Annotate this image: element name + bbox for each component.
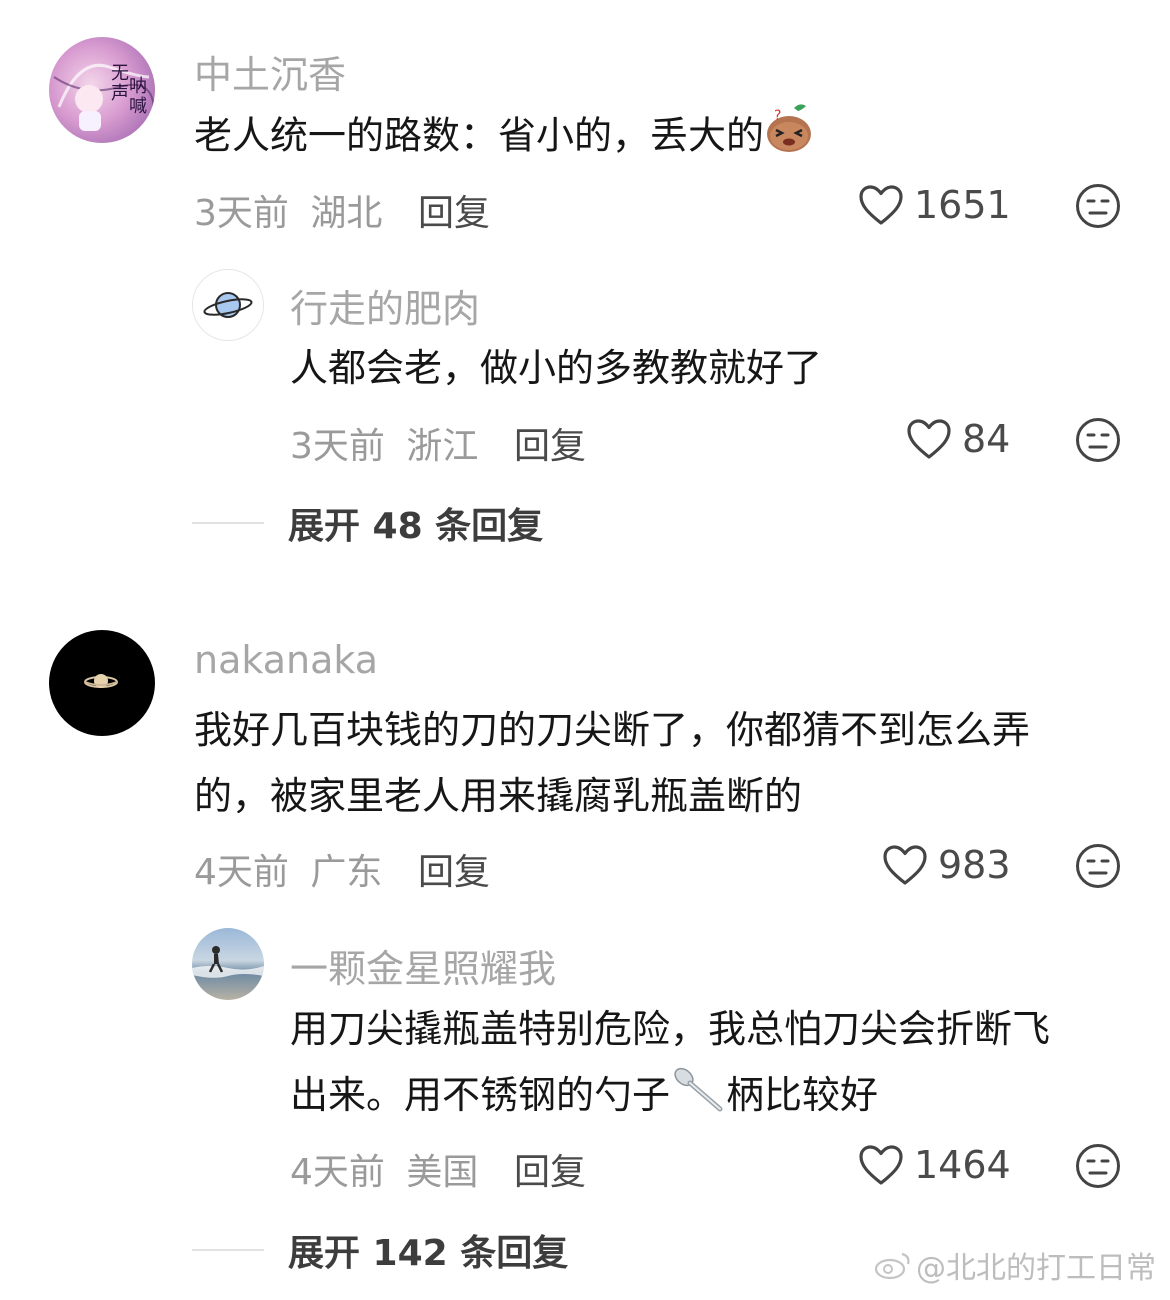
like-button[interactable]: 84: [906, 417, 1010, 461]
avatar[interactable]: [192, 269, 264, 341]
reply-button[interactable]: 回复: [514, 417, 586, 469]
dislike-button[interactable]: [1075, 843, 1121, 889]
svg-text:无: 无: [111, 63, 129, 84]
comment-text-line: 出来。用不锈钢的勺子 柄比较好: [290, 1062, 1050, 1133]
doge-emoji-icon: ?: [764, 102, 814, 174]
watermark-text: @北北的打工日常: [916, 1250, 1156, 1286]
svg-text:喊: 喊: [129, 96, 147, 117]
like-button[interactable]: 1651: [858, 183, 1011, 227]
svg-text:声: 声: [111, 83, 129, 104]
comment-meta: 4天前 美国: [290, 1143, 478, 1195]
comment-text: 用刀尖撬瓶盖特别危险，我总怕刀尖会折断飞 出来。用不锈钢的勺子 柄比较好: [290, 996, 1050, 1133]
dislike-button[interactable]: [1075, 417, 1121, 463]
comment-text-line: 用刀尖撬瓶盖特别危险，我总怕刀尖会折断飞: [290, 1007, 1051, 1051]
comment-text-line: 我好几百块钱的刀的刀尖断了，你都猜不到怎么弄: [194, 708, 1031, 752]
like-button[interactable]: 983: [882, 843, 1011, 887]
comment-text-segment: 柄比较好: [726, 1073, 879, 1117]
heart-outline-icon: [882, 844, 928, 886]
heart-outline-icon: [858, 1144, 904, 1186]
heart-outline-icon: [906, 418, 952, 460]
comment-text: 我好几百块钱的刀的刀尖断了，你都猜不到怎么弄 的，被家里老人用来撬腐乳瓶盖断的: [194, 697, 1030, 829]
comment-location: 湖北: [310, 193, 383, 234]
divider: [192, 1249, 264, 1251]
reply-button[interactable]: 回复: [514, 1143, 586, 1195]
comment-text-line: 人都会老，做小的多教教就好了: [290, 346, 823, 390]
avatar[interactable]: [192, 928, 264, 1000]
username[interactable]: 一颗金星照耀我: [290, 938, 556, 993]
beach-photo: [192, 946, 264, 978]
username[interactable]: 中土沉香: [194, 44, 346, 99]
username[interactable]: 行走的肥肉: [290, 278, 480, 333]
svg-text:呐: 呐: [129, 76, 147, 97]
username[interactable]: nakanaka: [194, 638, 378, 682]
comment-time: 4天前: [290, 1152, 385, 1193]
svg-text:?: ?: [774, 108, 781, 124]
comment-meta: 3天前 湖北: [194, 184, 382, 236]
neutral-face-icon: [1076, 844, 1120, 888]
neutral-face-icon: [1076, 1144, 1120, 1188]
like-count: 983: [938, 843, 1011, 887]
comment-time: 4天前: [194, 852, 289, 893]
like-count: 1651: [914, 183, 1011, 227]
like-button[interactable]: 1464: [858, 1143, 1011, 1187]
comment-text: 人都会老，做小的多教教就好了: [290, 335, 822, 401]
expand-replies-button[interactable]: 展开 142 条回复: [192, 1224, 568, 1276]
divider: [192, 522, 264, 524]
dislike-button[interactable]: [1075, 183, 1121, 229]
comment-text-line: 老人统一的路数：省小的，丢大的: [194, 113, 765, 158]
comment-meta: 3天前 浙江: [290, 417, 478, 469]
like-count: 1464: [914, 1143, 1011, 1187]
comment-text-segment: 出来。用不锈钢的勺子: [290, 1073, 671, 1117]
avatar[interactable]: [49, 630, 155, 736]
spoon-emoji-icon: [670, 1063, 726, 1133]
reply-button[interactable]: 回复: [418, 184, 490, 236]
heart-outline-icon: [858, 184, 904, 226]
comment-text: 老人统一的路数：省小的，丢大的 ?: [194, 102, 814, 174]
avatar-art: 无 声 呐 喊: [53, 63, 155, 131]
watermark: @北北的打工日常: [874, 1243, 1156, 1289]
like-count: 84: [962, 417, 1011, 461]
avatar[interactable]: 无 声 呐 喊: [49, 37, 155, 143]
comment-time: 3天前: [290, 426, 385, 467]
comment-time: 3天前: [194, 193, 289, 234]
comment-text-line: 的，被家里老人用来撬腐乳瓶盖断的: [194, 774, 803, 818]
planet-icon: [203, 292, 253, 318]
expand-replies-label: 展开 142 条回复: [288, 1233, 569, 1274]
weibo-logo-icon: [874, 1250, 912, 1288]
expand-replies-button[interactable]: 展开 48 条回复: [192, 497, 543, 549]
neutral-face-icon: [1076, 184, 1120, 228]
expand-replies-label: 展开 48 条回复: [288, 506, 544, 547]
comment-location: 美国: [406, 1152, 479, 1193]
saturn-icon: [84, 674, 118, 688]
dislike-button[interactable]: [1075, 1143, 1121, 1189]
comment-meta: 4天前 广东: [194, 843, 382, 895]
comment-location: 广东: [310, 852, 383, 893]
reply-button[interactable]: 回复: [418, 843, 490, 895]
neutral-face-icon: [1076, 418, 1120, 462]
comment-location: 浙江: [406, 426, 479, 467]
